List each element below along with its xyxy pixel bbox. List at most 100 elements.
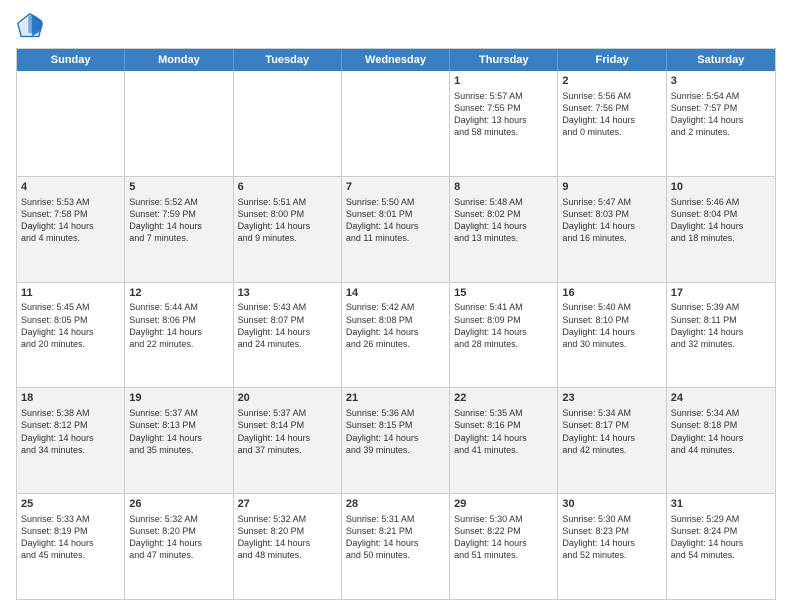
day-info-line: and 52 minutes. <box>562 549 661 561</box>
header-day-thursday: Thursday <box>450 49 558 71</box>
day-number: 2 <box>562 74 661 89</box>
day-info-line: Sunset: 7:59 PM <box>129 208 228 220</box>
day-info-line: Sunrise: 5:35 AM <box>454 407 553 419</box>
day-info-line: Sunset: 8:20 PM <box>129 525 228 537</box>
calendar-cell: 6Sunrise: 5:51 AMSunset: 8:00 PMDaylight… <box>234 177 342 282</box>
day-info-line: Sunset: 8:06 PM <box>129 314 228 326</box>
day-info-line: and 0 minutes. <box>562 126 661 138</box>
day-number: 5 <box>129 180 228 195</box>
day-info-line: Sunrise: 5:30 AM <box>562 513 661 525</box>
day-info-line: Sunset: 8:22 PM <box>454 525 553 537</box>
day-info-line: Daylight: 14 hours <box>238 537 337 549</box>
day-number: 6 <box>238 180 337 195</box>
day-info-line: Sunrise: 5:42 AM <box>346 301 445 313</box>
day-info-line: and 50 minutes. <box>346 549 445 561</box>
calendar-cell <box>234 71 342 176</box>
day-number: 16 <box>562 286 661 301</box>
day-info-line: Sunrise: 5:33 AM <box>21 513 120 525</box>
calendar-cell: 31Sunrise: 5:29 AMSunset: 8:24 PMDayligh… <box>667 494 775 599</box>
day-number: 28 <box>346 497 445 512</box>
day-info-line: and 16 minutes. <box>562 232 661 244</box>
day-info-line: Sunset: 8:00 PM <box>238 208 337 220</box>
day-info-line: Daylight: 14 hours <box>129 537 228 549</box>
day-info-line: Daylight: 14 hours <box>21 537 120 549</box>
calendar-row-2: 11Sunrise: 5:45 AMSunset: 8:05 PMDayligh… <box>17 283 775 389</box>
day-number: 7 <box>346 180 445 195</box>
logo-icon <box>16 12 44 40</box>
day-info-line: Daylight: 14 hours <box>454 432 553 444</box>
day-info-line: Daylight: 14 hours <box>346 432 445 444</box>
day-info-line: Sunset: 7:55 PM <box>454 102 553 114</box>
day-info-line: Sunset: 8:17 PM <box>562 419 661 431</box>
day-info-line: Sunset: 8:11 PM <box>671 314 771 326</box>
day-info-line: and 51 minutes. <box>454 549 553 561</box>
day-info-line: Daylight: 14 hours <box>129 432 228 444</box>
day-info-line: Sunrise: 5:32 AM <box>129 513 228 525</box>
day-info-line: Daylight: 14 hours <box>562 326 661 338</box>
day-info-line: Sunrise: 5:44 AM <box>129 301 228 313</box>
day-info-line: Daylight: 14 hours <box>238 326 337 338</box>
header-day-tuesday: Tuesday <box>234 49 342 71</box>
day-info-line: Daylight: 14 hours <box>129 326 228 338</box>
day-info-line: Daylight: 14 hours <box>454 537 553 549</box>
day-info-line: and 9 minutes. <box>238 232 337 244</box>
day-info-line: and 20 minutes. <box>21 338 120 350</box>
day-info-line: and 39 minutes. <box>346 444 445 456</box>
day-number: 4 <box>21 180 120 195</box>
day-info-line: Daylight: 14 hours <box>671 326 771 338</box>
day-info-line: Sunrise: 5:50 AM <box>346 196 445 208</box>
calendar-header: SundayMondayTuesdayWednesdayThursdayFrid… <box>17 49 775 71</box>
header-day-friday: Friday <box>558 49 666 71</box>
day-number: 19 <box>129 391 228 406</box>
day-info-line: Sunset: 8:15 PM <box>346 419 445 431</box>
day-number: 22 <box>454 391 553 406</box>
calendar-cell: 7Sunrise: 5:50 AMSunset: 8:01 PMDaylight… <box>342 177 450 282</box>
day-info-line: Daylight: 14 hours <box>454 220 553 232</box>
day-number: 3 <box>671 74 771 89</box>
day-info-line: Daylight: 14 hours <box>562 537 661 549</box>
day-info-line: Daylight: 14 hours <box>129 220 228 232</box>
day-info-line: Sunset: 8:07 PM <box>238 314 337 326</box>
day-info-line: Sunrise: 5:37 AM <box>129 407 228 419</box>
day-info-line: and 45 minutes. <box>21 549 120 561</box>
calendar-cell: 9Sunrise: 5:47 AMSunset: 8:03 PMDaylight… <box>558 177 666 282</box>
day-info-line: Sunrise: 5:53 AM <box>21 196 120 208</box>
calendar-cell <box>17 71 125 176</box>
day-info-line: Daylight: 14 hours <box>21 432 120 444</box>
day-info-line: and 13 minutes. <box>454 232 553 244</box>
day-number: 27 <box>238 497 337 512</box>
calendar: SundayMondayTuesdayWednesdayThursdayFrid… <box>16 48 776 600</box>
day-number: 12 <box>129 286 228 301</box>
day-number: 24 <box>671 391 771 406</box>
day-info-line: Daylight: 14 hours <box>562 432 661 444</box>
day-info-line: and 37 minutes. <box>238 444 337 456</box>
day-info-line: and 47 minutes. <box>129 549 228 561</box>
day-info-line: and 11 minutes. <box>346 232 445 244</box>
day-info-line: and 42 minutes. <box>562 444 661 456</box>
day-info-line: Daylight: 14 hours <box>671 537 771 549</box>
day-number: 31 <box>671 497 771 512</box>
day-info-line: Sunrise: 5:37 AM <box>238 407 337 419</box>
day-number: 14 <box>346 286 445 301</box>
header-day-wednesday: Wednesday <box>342 49 450 71</box>
day-info-line: Sunrise: 5:43 AM <box>238 301 337 313</box>
day-info-line: Sunrise: 5:38 AM <box>21 407 120 419</box>
day-info-line: Sunrise: 5:54 AM <box>671 90 771 102</box>
day-info-line: Sunset: 8:19 PM <box>21 525 120 537</box>
day-info-line: Sunset: 8:03 PM <box>562 208 661 220</box>
day-info-line: Daylight: 14 hours <box>238 432 337 444</box>
day-number: 8 <box>454 180 553 195</box>
day-info-line: Daylight: 14 hours <box>671 432 771 444</box>
day-info-line: and 26 minutes. <box>346 338 445 350</box>
day-info-line: Sunset: 8:16 PM <box>454 419 553 431</box>
day-info-line: and 24 minutes. <box>238 338 337 350</box>
calendar-cell: 29Sunrise: 5:30 AMSunset: 8:22 PMDayligh… <box>450 494 558 599</box>
day-info-line: Sunrise: 5:29 AM <box>671 513 771 525</box>
day-info-line: and 32 minutes. <box>671 338 771 350</box>
day-info-line: Sunset: 8:14 PM <box>238 419 337 431</box>
day-number: 17 <box>671 286 771 301</box>
day-number: 1 <box>454 74 553 89</box>
day-info-line: and 48 minutes. <box>238 549 337 561</box>
calendar-cell: 15Sunrise: 5:41 AMSunset: 8:09 PMDayligh… <box>450 283 558 388</box>
calendar-cell: 11Sunrise: 5:45 AMSunset: 8:05 PMDayligh… <box>17 283 125 388</box>
